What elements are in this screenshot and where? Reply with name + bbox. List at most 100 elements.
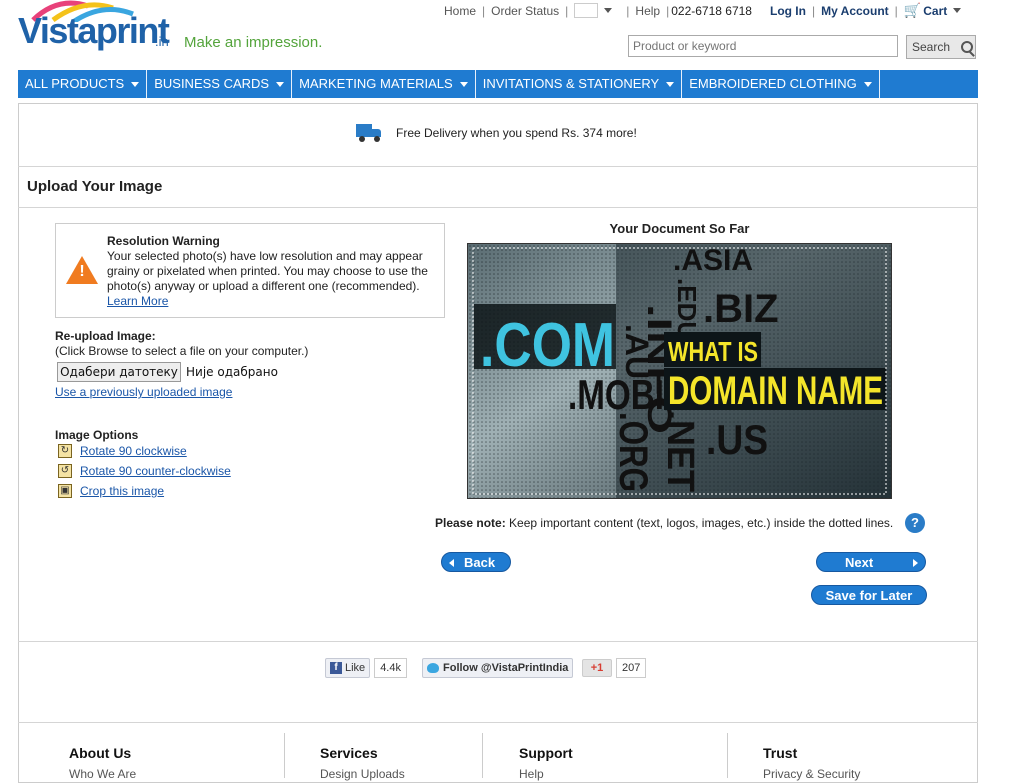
note-text: Keep important content (text, logos, ima… (505, 516, 894, 530)
fb-like-count: 4.4k (374, 658, 407, 678)
facebook-like-button[interactable]: f Like (325, 658, 371, 678)
twitter-label: Follow @VistaPrintIndia (443, 662, 569, 674)
twitter-follow-button[interactable]: Follow @VistaPrintIndia (422, 658, 574, 678)
logo-suffix: .in (155, 34, 169, 49)
divider (482, 733, 483, 778)
safe-area-note: Please note: Keep important content (tex… (435, 516, 893, 530)
gplus-label: +1 (590, 662, 604, 674)
search-input[interactable] (628, 35, 898, 57)
nav-invitations-stationery[interactable]: INVITATIONS & STATIONERY (476, 70, 683, 98)
rotate-clockwise-icon[interactable]: ↻ (58, 444, 72, 458)
chevron-down-icon[interactable] (604, 8, 613, 13)
india-flag-icon[interactable] (574, 3, 599, 18)
next-label: Next (845, 555, 874, 570)
rotate-counter-clockwise-link[interactable]: Rotate 90 counter-clockwise (80, 464, 231, 478)
twitter-follow: Follow @VistaPrintIndia (422, 658, 574, 678)
browse-button[interactable]: Одабери датотеку (57, 362, 181, 382)
my-account-link[interactable]: My Account (821, 4, 889, 18)
preview-text-domain-name: DOMAIN NAME (668, 369, 883, 413)
arrow-left-icon (449, 559, 454, 567)
nav-label: BUSINESS CARDS (154, 76, 270, 91)
preview-text-mobi: .MOBI (568, 371, 664, 418)
warning-text: Your selected photo(s) have low resoluti… (107, 249, 428, 293)
divider: | (811, 3, 816, 18)
back-button[interactable]: Back (441, 552, 511, 572)
divider: | (666, 3, 670, 18)
chevron-down-icon (131, 82, 140, 88)
page-title: Upload Your Image (27, 178, 163, 195)
divider: | (565, 3, 569, 18)
arrow-right-icon (913, 559, 918, 567)
nav-label: EMBROIDERED CLOTHING (689, 76, 857, 91)
rotate-counter-clockwise-icon[interactable]: ↺ (58, 464, 72, 478)
crop-icon[interactable]: ▣ (58, 484, 72, 498)
top-links: Home | Order Status | | Help | 022-6718 … (444, 2, 962, 19)
chevron-down-icon[interactable] (953, 8, 962, 13)
nav-embroidered-clothing[interactable]: EMBROIDERED CLOTHING (682, 70, 880, 98)
divider: | (482, 3, 486, 18)
rotate-clockwise-link[interactable]: Rotate 90 clockwise (80, 444, 187, 458)
cart-link[interactable]: Cart (923, 4, 947, 18)
file-status: Није одабрано (186, 365, 278, 379)
nav-business-cards[interactable]: BUSINESS CARDS (147, 70, 293, 98)
nav-marketing-materials[interactable]: MARKETING MATERIALS (292, 70, 476, 98)
order-status-link[interactable]: Order Status (491, 4, 559, 18)
warning-icon-mark: ! (79, 263, 85, 280)
home-link[interactable]: Home (444, 4, 476, 18)
footer-support-title: Support (519, 745, 573, 761)
footer-trust-link[interactable]: Privacy & Security (763, 767, 860, 781)
document-preview[interactable]: .COM .AU .INFO .ASIA .EDU .BIZ WHAT IS D… (467, 243, 892, 499)
search-button-label: Search (912, 40, 951, 54)
rotate-counter-clockwise-option[interactable]: ↺ Rotate 90 counter-clockwise (58, 464, 231, 478)
divider (18, 641, 978, 642)
help-icon[interactable]: ? (905, 513, 925, 533)
google-plus: +1 207 (582, 658, 647, 678)
chevron-down-icon (459, 82, 468, 88)
crop-option[interactable]: ▣ Crop this image (58, 484, 164, 498)
previous-upload-link[interactable]: Use a previously uploaded image (55, 385, 232, 399)
delivery-text: Free Delivery when you spend Rs. 374 mor… (396, 126, 637, 140)
tagline: Make an impression. (184, 34, 323, 51)
next-button[interactable]: Next (816, 552, 926, 572)
rotate-clockwise-option[interactable]: ↻ Rotate 90 clockwise (58, 444, 187, 458)
nav-label: INVITATIONS & STATIONERY (482, 76, 660, 91)
help-link[interactable]: Help (635, 4, 660, 18)
search-button[interactable]: Search (906, 35, 976, 59)
preview-text-asia: .ASIA (673, 244, 753, 277)
warning-title: Resolution Warning (107, 234, 220, 248)
cart-icon[interactable]: 🛒 (904, 2, 921, 19)
facebook-icon: f (330, 662, 342, 674)
footer-trust-title: Trust (763, 745, 798, 761)
divider (18, 207, 978, 208)
footer-support-link[interactable]: Help (519, 767, 544, 781)
save-for-later-button[interactable]: Save for Later (811, 585, 927, 605)
footer-about-link[interactable]: Who We Are (69, 767, 136, 781)
footer-services-link[interactable]: Design Uploads (320, 767, 405, 781)
google-plus-button[interactable]: +1 (582, 659, 612, 677)
note-label: Please note: (435, 516, 506, 530)
fb-like-label: Like (345, 662, 366, 674)
preview-text-whatis: WHAT IS (668, 336, 758, 367)
chevron-down-icon (863, 82, 872, 88)
nav-label: ALL PRODUCTS (25, 76, 125, 91)
learn-more-link[interactable]: Learn More (107, 294, 168, 308)
image-options-title: Image Options (55, 428, 139, 442)
warning-body: Your selected photo(s) have low resoluti… (107, 249, 439, 309)
nav-all-products[interactable]: ALL PRODUCTS (18, 70, 148, 98)
divider (18, 722, 978, 723)
nav-label: MARKETING MATERIALS (299, 76, 453, 91)
footer-services-title: Services (320, 745, 378, 761)
divider: | (626, 3, 630, 18)
vistaprint-logo[interactable]: Vistaprint .in (18, 0, 183, 60)
preview-text-net: .NET (659, 410, 701, 492)
phone-number: 022-6718 6718 (671, 3, 752, 18)
divider (18, 166, 978, 167)
divider (727, 733, 728, 778)
preview-text-edu: .EDU (672, 278, 702, 340)
login-link[interactable]: Log In (770, 4, 806, 18)
reupload-label: Re-upload Image: (55, 329, 156, 343)
crop-link[interactable]: Crop this image (80, 484, 164, 498)
delivery-banner: Free Delivery when you spend Rs. 374 mor… (356, 122, 637, 144)
chevron-down-icon (666, 82, 675, 88)
resolution-warning: ! Resolution Warning Your selected photo… (55, 223, 445, 318)
